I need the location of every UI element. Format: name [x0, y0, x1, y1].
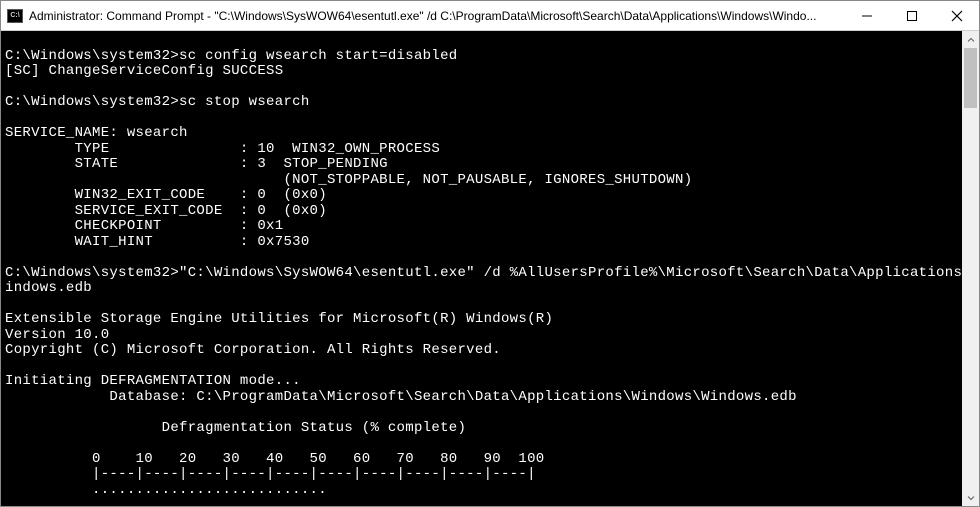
- window-controls: [844, 1, 979, 30]
- scroll-up-button[interactable]: [962, 31, 979, 48]
- titlebar[interactable]: C:\ Administrator: Command Prompt - "C:\…: [1, 1, 979, 31]
- close-button[interactable]: [934, 1, 979, 30]
- scroll-track[interactable]: [962, 48, 979, 489]
- maximize-icon: [907, 11, 917, 21]
- command-prompt-window: C:\ Administrator: Command Prompt - "C:\…: [0, 0, 980, 507]
- scroll-down-button[interactable]: [962, 489, 979, 506]
- vertical-scrollbar[interactable]: [962, 31, 979, 506]
- window-title: Administrator: Command Prompt - "C:\Wind…: [29, 9, 844, 23]
- minimize-icon: [862, 11, 872, 21]
- chevron-up-icon: [967, 36, 975, 44]
- scroll-thumb[interactable]: [964, 48, 977, 108]
- console-area: C:\Windows\system32>sc config wsearch st…: [1, 31, 979, 506]
- close-icon: [951, 10, 963, 22]
- maximize-button[interactable]: [889, 1, 934, 30]
- cmd-icon: C:\: [7, 9, 23, 23]
- console-output[interactable]: C:\Windows\system32>sc config wsearch st…: [1, 31, 962, 506]
- minimize-button[interactable]: [844, 1, 889, 30]
- chevron-down-icon: [967, 494, 975, 502]
